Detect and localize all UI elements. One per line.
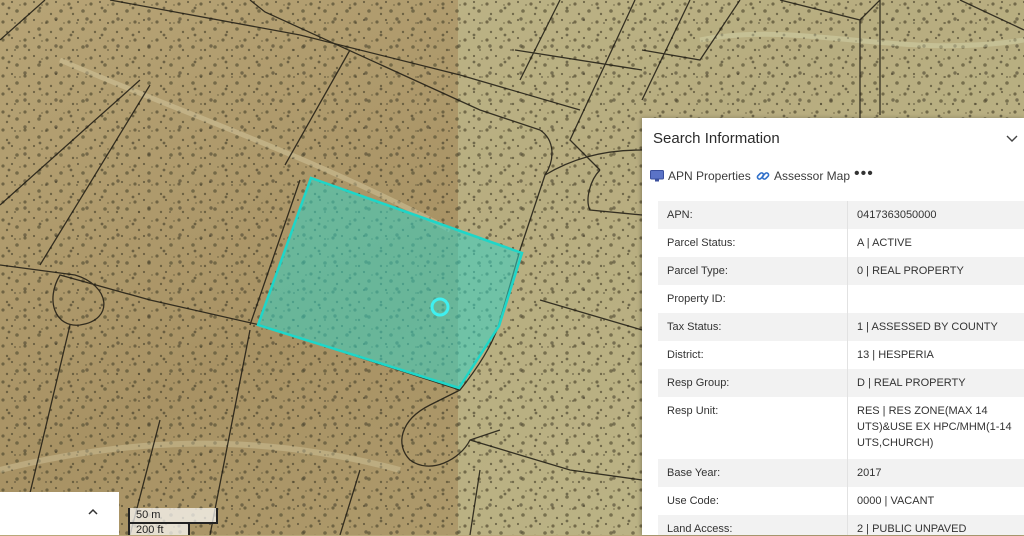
panel-toolbar: APN Properties Assessor Map ••• <box>642 166 1024 188</box>
row-key: Resp Unit: <box>667 405 719 417</box>
row-key: Tax Status: <box>667 321 722 333</box>
row-divider <box>847 397 848 459</box>
chevron-down-icon <box>1006 135 1018 142</box>
row-key: Parcel Type: <box>667 265 728 277</box>
scale-imperial: 200 ft <box>128 524 190 536</box>
table-row: Resp Unit: RES | RES ZONE(MAX 14 UTS)&US… <box>658 397 1024 459</box>
row-value: 0417363050000 <box>857 209 937 221</box>
table-row: District: 13 | HESPERIA <box>658 341 1024 369</box>
row-divider <box>847 487 848 515</box>
row-divider <box>847 257 848 285</box>
table-row: Use Code: 0000 | VACANT <box>658 487 1024 515</box>
row-value: RES | RES ZONE(MAX 14 UTS)&USE EX HPC/MH… <box>857 405 1012 449</box>
link-icon <box>756 172 770 180</box>
monitor-icon <box>650 170 664 182</box>
row-divider <box>847 285 848 313</box>
row-key: Parcel Status: <box>667 237 736 249</box>
scale-metric-label: 50 m <box>136 509 161 521</box>
table-row: Resp Group: D | REAL PROPERTY <box>658 369 1024 397</box>
row-value: 1 | ASSESSED BY COUNTY <box>857 321 998 333</box>
assessor-map-button[interactable]: Assessor Map <box>756 166 850 186</box>
scale-metric: 50 m <box>128 508 218 524</box>
table-row: Base Year: 2017 <box>658 459 1024 487</box>
row-value: A | ACTIVE <box>857 237 912 249</box>
row-value: 0000 | VACANT <box>857 495 935 507</box>
scale-imperial-label: 200 ft <box>136 524 164 536</box>
scale-bar: 50 m 200 ft <box>128 508 238 536</box>
row-divider <box>847 515 848 535</box>
row-value: D | REAL PROPERTY <box>857 377 966 389</box>
row-value: 0 | REAL PROPERTY <box>857 265 964 277</box>
row-divider <box>847 201 848 229</box>
table-row: Parcel Type: 0 | REAL PROPERTY <box>658 257 1024 285</box>
parcel-info-table: APN: 0417363050000 Parcel Status: A | AC… <box>658 201 1024 535</box>
row-value: 2 | PUBLIC UNPAVED <box>857 523 967 535</box>
row-key: Resp Group: <box>667 377 730 389</box>
table-row: Land Access: 2 | PUBLIC UNPAVED <box>658 515 1024 535</box>
row-divider <box>847 313 848 341</box>
row-key: Land Access: <box>667 523 733 535</box>
search-information-panel: Search Information APN Properties Assess… <box>642 118 1024 535</box>
row-divider <box>847 459 848 487</box>
panel-title: Search Information <box>653 130 780 147</box>
table-row: Tax Status: 1 | ASSESSED BY COUNTY <box>658 313 1024 341</box>
row-divider <box>847 369 848 397</box>
row-divider <box>847 341 848 369</box>
more-options-button[interactable]: ••• <box>854 166 874 186</box>
row-key: District: <box>667 349 704 361</box>
row-key: Base Year: <box>667 467 721 479</box>
row-value: 2017 <box>857 467 882 479</box>
row-key: APN: <box>667 209 693 221</box>
apn-properties-button[interactable]: APN Properties <box>650 166 751 186</box>
row-value: 13 | HESPERIA <box>857 349 934 361</box>
table-row: Property ID: <box>658 285 1024 313</box>
expand-button[interactable] <box>86 505 100 519</box>
collapse-button[interactable] <box>1004 130 1020 146</box>
table-row: Parcel Status: A | ACTIVE <box>658 229 1024 257</box>
collapsed-panel <box>0 492 119 535</box>
row-key: Use Code: <box>667 495 719 507</box>
apn-properties-label: APN Properties <box>668 169 751 183</box>
panel-header: Search Information <box>642 118 1024 160</box>
row-key: Property ID: <box>667 293 726 305</box>
table-row: APN: 0417363050000 <box>658 201 1024 229</box>
chevron-up-icon <box>88 508 98 515</box>
assessor-map-label: Assessor Map <box>774 169 851 183</box>
row-divider <box>847 229 848 257</box>
